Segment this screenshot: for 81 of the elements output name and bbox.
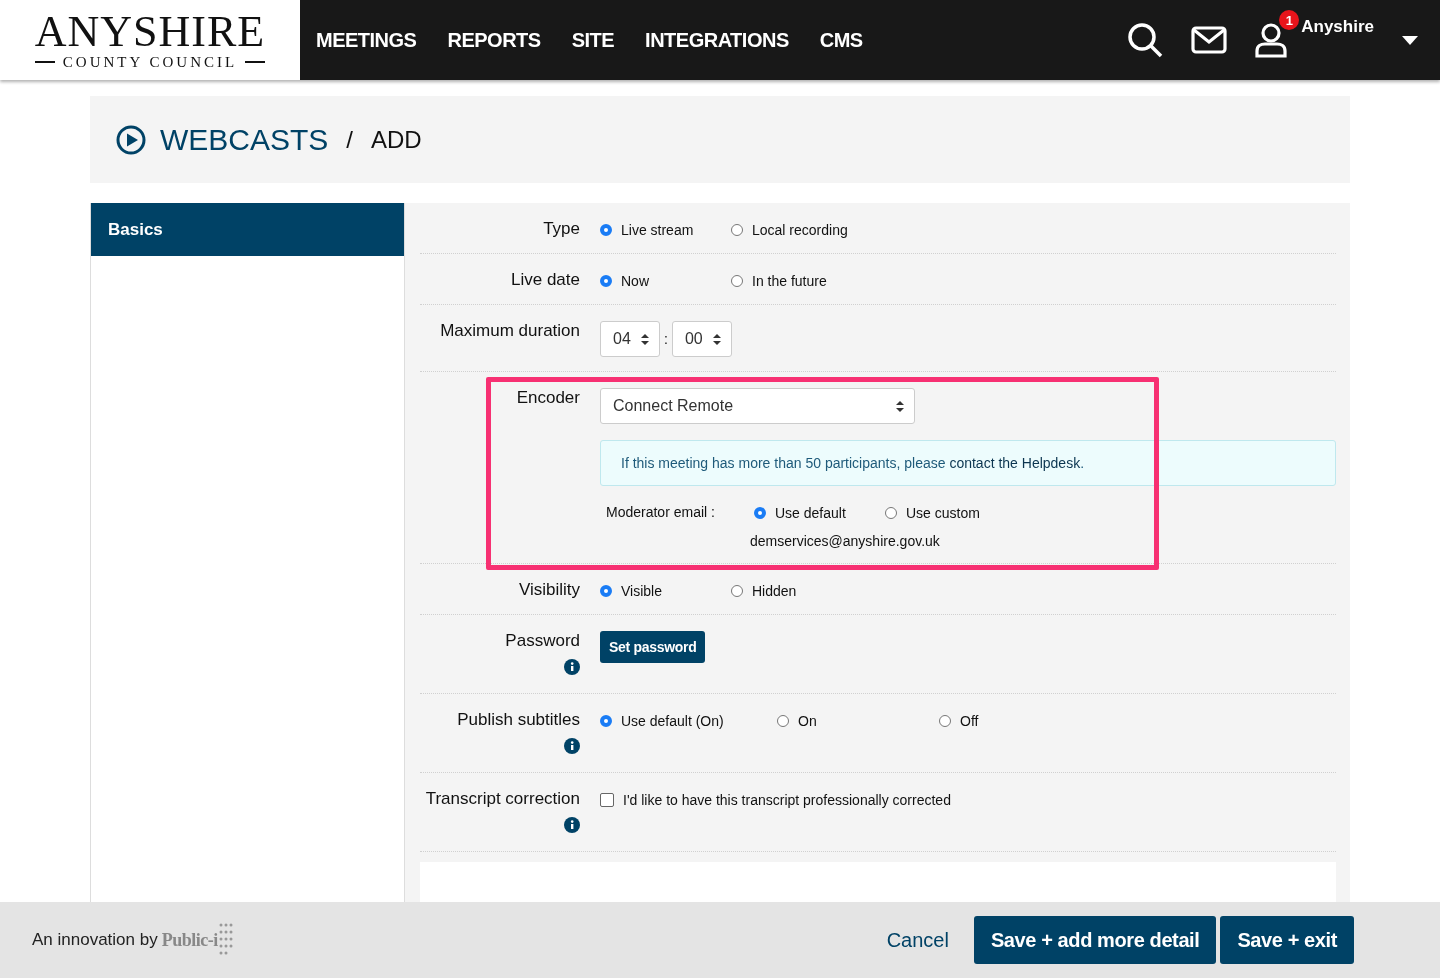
time-separator: : (664, 331, 668, 347)
notification-badge: 1 (1279, 10, 1300, 30)
radio-option[interactable]: Live stream (600, 219, 731, 238)
hours-select[interactable]: 04 (600, 321, 660, 357)
radio-button[interactable] (885, 507, 897, 519)
radio-button[interactable] (731, 224, 743, 236)
radio-option[interactable]: Use default (On) (600, 710, 777, 729)
option-label: Now (621, 273, 649, 289)
field-label: Type (543, 219, 580, 239)
cancel-link[interactable]: Cancel (886, 928, 949, 952)
radio-button[interactable] (777, 715, 789, 727)
nav-link[interactable]: CMS (819, 28, 863, 52)
radio-button[interactable] (600, 715, 612, 727)
breadcrumb-link[interactable]: WEBCASTS (160, 122, 329, 157)
logo-subtitle: COUNTY COUNCIL (34, 53, 266, 71)
option-label: Visible (621, 583, 662, 599)
field-label: Transcript correction (425, 789, 580, 809)
radio-button[interactable] (600, 275, 612, 287)
radio-option[interactable]: Visible (600, 580, 731, 599)
option-label: Live stream (621, 222, 694, 238)
radio-button[interactable] (600, 224, 612, 236)
option-label: Hidden (752, 583, 797, 599)
moderator-email-label: Moderator email : (606, 503, 716, 520)
encoder-select[interactable]: Connect Remote (600, 388, 915, 424)
radio-button[interactable] (731, 585, 743, 597)
field-label: Encoder (516, 388, 580, 408)
minutes-select[interactable]: 00 (671, 321, 732, 357)
radio-button[interactable] (754, 507, 766, 519)
radio-button[interactable] (600, 585, 612, 597)
option-label: Use custom (906, 505, 980, 521)
credit-text: An innovation by (32, 930, 158, 950)
breadcrumb-separator: / (346, 125, 354, 154)
radio-option[interactable]: Hidden (731, 580, 862, 599)
field-label: Live date (511, 270, 580, 290)
save-button[interactable]: Save + exit (1220, 916, 1354, 964)
updown-icon (896, 400, 904, 412)
field-label: Publish subtitles (457, 710, 580, 730)
checkbox-option[interactable]: I'd like to have this transcript professionally corrected (600, 789, 1336, 808)
option-label: Off (960, 713, 979, 729)
checkbox[interactable] (600, 793, 614, 807)
logo-name: ANYSHIRE (34, 9, 266, 54)
field-label: Password (505, 631, 580, 651)
radio-option[interactable]: Use default (754, 502, 885, 521)
option-label: On (798, 713, 817, 729)
mail-icon[interactable] (1191, 26, 1228, 54)
radio-option[interactable]: Use custom (885, 502, 1016, 521)
radio-option[interactable]: In the future (731, 270, 862, 289)
page-title: ADD (371, 125, 422, 154)
radio-option[interactable]: Local recording (731, 219, 862, 238)
updown-icon (712, 333, 721, 345)
radio-button[interactable] (731, 275, 743, 287)
user-icon[interactable] (1255, 22, 1288, 58)
sidebar-tab[interactable]: Basics (91, 203, 404, 256)
radio-option[interactable]: Now (600, 270, 731, 289)
option-label: Use default (On) (621, 713, 724, 729)
updown-icon (641, 333, 649, 345)
save-button[interactable]: Save + add more detail (973, 916, 1217, 964)
info-icon[interactable] (564, 659, 580, 675)
info-icon[interactable] (564, 738, 580, 754)
info-alert: If this meeting has more than 50 participants, please contact the Helpdesk. (600, 440, 1336, 486)
nav-link[interactable]: INTEGRATIONS (645, 28, 789, 52)
field-label: Maximum duration (440, 321, 580, 341)
option-label: Local recording (752, 222, 848, 238)
info-icon[interactable] (564, 817, 580, 833)
radio-button[interactable] (939, 715, 951, 727)
option-label: Use default (775, 505, 846, 521)
nav-link[interactable]: REPORTS (447, 28, 541, 52)
play-icon (116, 124, 146, 155)
option-label: I'd like to have this transcript professionally corrected (623, 792, 951, 808)
set-password-button[interactable]: Set password (600, 631, 706, 663)
option-label: In the future (752, 273, 827, 289)
email-address: demservices@anyshire.gov.uk (749, 533, 941, 549)
nav-link[interactable]: SITE (571, 28, 615, 52)
council-logo[interactable]: ANYSHIRE COUNTY COUNCIL (0, 0, 300, 80)
radio-option[interactable]: On (777, 710, 939, 729)
search-icon[interactable] (1127, 22, 1164, 58)
caret-icon[interactable] (1402, 35, 1418, 45)
field-label: Visibility (518, 580, 580, 600)
radio-option[interactable]: Off (939, 710, 1019, 729)
user-name[interactable]: Anyshire (1301, 17, 1374, 37)
nav-link[interactable]: MEETINGS (316, 28, 417, 52)
